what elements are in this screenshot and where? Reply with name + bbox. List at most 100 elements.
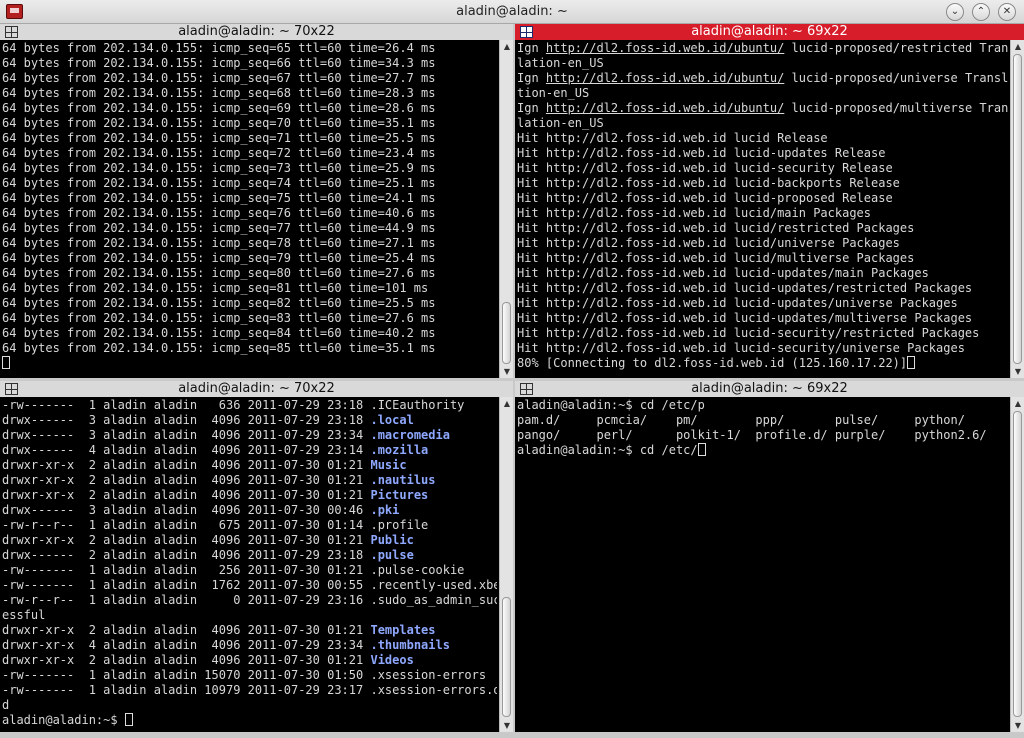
terminal-line: pango/ perl/ polkit-1/ profile.d/ purple… [517, 428, 987, 442]
listing-row: drwx------ 2 aladin aladin 4096 2011-07-… [2, 548, 497, 563]
file-name: d [2, 698, 10, 712]
pane-titlebar[interactable]: aladin@aladin: ~ 70x22 [0, 24, 513, 40]
scrollbar-thumb[interactable] [502, 597, 511, 717]
terminal-line: Hit http://dl2.foss-id.web.id lucid-upda… [517, 296, 958, 310]
window-title: aladin@aladin: ~ [456, 4, 568, 19]
listing-row: drwxr-xr-x 2 aladin aladin 4096 2011-07-… [2, 623, 497, 638]
shell-prompt: aladin@aladin:~$ [2, 713, 125, 727]
terminal-line: 64 bytes from 202.134.0.155: icmp_seq=71… [2, 131, 436, 145]
terminal-output[interactable]: -rw------- 1 aladin aladin 636 2011-07-2… [2, 397, 497, 732]
terminal-line: Hit http://dl2.foss-id.web.id lucid-back… [517, 176, 900, 190]
listing-row: drwx------ 3 aladin aladin 4096 2011-07-… [2, 413, 497, 428]
scrollbar[interactable]: ▲ ▼ [499, 40, 513, 378]
terminal-line: 64 bytes from 202.134.0.155: icmp_seq=83… [2, 311, 436, 325]
file-metadata: drwxr-xr-x 2 aladin aladin 4096 2011-07-… [2, 533, 371, 547]
listing-row: drwxr-xr-x 2 aladin aladin 4096 2011-07-… [2, 653, 497, 668]
terminal-pane-top-left[interactable]: aladin@aladin: ~ 70x22 64 bytes from 202… [0, 24, 513, 378]
file-metadata: -rw------- 1 aladin aladin 15070 2011-07… [2, 668, 371, 682]
terminal-line: 64 bytes from 202.134.0.155: icmp_seq=81… [2, 281, 429, 295]
terminal-line: 64 bytes from 202.134.0.155: icmp_seq=69… [2, 101, 436, 115]
terminal-line: Hit http://dl2.foss-id.web.id lucid-upda… [517, 146, 886, 160]
terminal-line: 64 bytes from 202.134.0.155: icmp_seq=76… [2, 206, 436, 220]
repository-link[interactable]: http://dl2.foss-id.web.id/ubuntu/ [546, 71, 784, 85]
scrollbar-thumb[interactable] [502, 302, 511, 364]
terminal-line: Hit http://dl2.foss-id.web.id lucid/univ… [517, 236, 900, 250]
terminal-line: Hit http://dl2.foss-id.web.id lucid-secu… [517, 326, 980, 340]
progress-text: 80% [Connecting to dl2.foss-id.web.id (1… [517, 356, 908, 370]
terminal-output[interactable]: Ign http://dl2.foss-id.web.id/ubuntu/ lu… [517, 40, 1008, 378]
terminal-line-wrap: lation-en_US [517, 116, 604, 130]
file-metadata: drwx------ 3 aladin aladin 4096 2011-07-… [2, 413, 371, 427]
directory-name: Videos [370, 653, 414, 667]
file-metadata: drwxr-xr-x 2 aladin aladin 4096 2011-07-… [2, 458, 371, 472]
file-name: essful [2, 608, 46, 622]
terminal-line: Hit http://dl2.foss-id.web.id lucid-prop… [517, 191, 893, 205]
terminal-line: Hit http://dl2.foss-id.web.id lucid Rele… [517, 131, 828, 145]
scrollbar-thumb[interactable] [1013, 411, 1022, 717]
directory-name: Music [370, 458, 407, 472]
file-name: .recently-used.xbel [370, 578, 497, 592]
terminal-line: 64 bytes from 202.134.0.155: icmp_seq=72… [2, 146, 436, 160]
scroll-up-arrow-icon[interactable]: ▲ [1011, 397, 1024, 410]
scrollbar[interactable]: ▲ ▼ [1010, 40, 1024, 378]
split-grid-icon[interactable] [5, 383, 18, 395]
listing-row: drwxr-xr-x 2 aladin aladin 4096 2011-07-… [2, 473, 497, 488]
pane-titlebar-active[interactable]: aladin@aladin: ~ 69x22 [515, 24, 1024, 40]
close-button[interactable]: ✕ [998, 3, 1016, 21]
scroll-down-arrow-icon[interactable]: ▼ [500, 719, 514, 732]
directory-name: Templates [370, 623, 436, 637]
terminal-line: aladin@aladin:~$ cd /etc/p [517, 398, 705, 412]
file-metadata: -rw-r--r-- 1 aladin aladin 0 2011-07-29 … [2, 593, 371, 607]
file-metadata: drwx------ 4 aladin aladin 4096 2011-07-… [2, 443, 371, 457]
line-text: lucid-proposed/restricted Trans [784, 41, 1008, 55]
terminal-cursor [697, 443, 706, 456]
pane-titlebar[interactable]: aladin@aladin: ~ 70x22 [0, 381, 513, 397]
scroll-down-arrow-icon[interactable]: ▼ [1011, 719, 1024, 732]
pane-titlebar[interactable]: aladin@aladin: ~ 69x22 [515, 381, 1024, 397]
directory-name: .local [370, 413, 414, 427]
scrollbar-thumb[interactable] [1013, 54, 1022, 364]
file-metadata: -rw-r--r-- 1 aladin aladin 675 2011-07-3… [2, 518, 371, 532]
split-grid-icon[interactable] [520, 383, 533, 395]
listing-row: -rw-r--r-- 1 aladin aladin 675 2011-07-3… [2, 518, 497, 533]
repository-link[interactable]: http://dl2.foss-id.web.id/ubuntu/ [546, 101, 784, 115]
scroll-down-arrow-icon[interactable]: ▼ [1011, 365, 1024, 378]
scrollbar[interactable]: ▲ ▼ [1010, 397, 1024, 732]
listing-row: -rw------- 1 aladin aladin 10979 2011-07… [2, 683, 497, 698]
minimize-button[interactable]: ⌄ [946, 3, 964, 21]
listing-row: drwx------ 3 aladin aladin 4096 2011-07-… [2, 503, 497, 518]
file-metadata: -rw------- 1 aladin aladin 10979 2011-07… [2, 683, 371, 697]
terminal-line: pam.d/ pcmcia/ pm/ ppp/ pulse/ python/ [517, 413, 965, 427]
listing-row: -rw-r--r-- 1 aladin aladin 0 2011-07-29 … [2, 593, 497, 608]
scroll-up-arrow-icon[interactable]: ▲ [1011, 40, 1024, 53]
terminal-line: Ign http://dl2.foss-id.web.id/ubuntu/ lu… [517, 71, 1008, 86]
terminal-pane-top-right[interactable]: aladin@aladin: ~ 69x22 Ign http://dl2.fo… [515, 24, 1024, 378]
window-titlebar[interactable]: aladin@aladin: ~ ⌄ ⌃ ✕ [0, 0, 1024, 24]
maximize-button[interactable]: ⌃ [972, 3, 990, 21]
pane-title: aladin@aladin: ~ 69x22 [691, 24, 848, 39]
terminal-pane-bottom-right[interactable]: aladin@aladin: ~ 69x22 aladin@aladin:~$ … [515, 381, 1024, 732]
directory-name: .pki [370, 503, 400, 517]
terminal-line: 64 bytes from 202.134.0.155: icmp_seq=73… [2, 161, 436, 175]
listing-row: drwxr-xr-x 2 aladin aladin 4096 2011-07-… [2, 458, 497, 473]
file-name: .xsession-errors [370, 668, 487, 682]
line-prefix: Ign [517, 41, 546, 55]
terminal-output[interactable]: aladin@aladin:~$ cd /etc/p pam.d/ pcmcia/… [517, 397, 1008, 732]
terminal-line: Hit http://dl2.foss-id.web.id lucid-upda… [517, 281, 973, 295]
terminal-cursor [2, 356, 10, 369]
terminal-line: Hit http://dl2.foss-id.web.id lucid/main… [517, 206, 872, 220]
terminal-line: Hit http://dl2.foss-id.web.id lucid-upda… [517, 311, 973, 325]
split-grid-icon[interactable] [5, 26, 18, 38]
scroll-up-arrow-icon[interactable]: ▲ [500, 40, 514, 53]
terminal-line: 64 bytes from 202.134.0.155: icmp_seq=84… [2, 326, 436, 340]
terminal-output[interactable]: 64 bytes from 202.134.0.155: icmp_seq=65… [2, 40, 497, 378]
terminal-line: Hit http://dl2.foss-id.web.id lucid-upda… [517, 266, 929, 280]
scroll-up-arrow-icon[interactable]: ▲ [500, 397, 514, 410]
terminal-pane-bottom-left[interactable]: aladin@aladin: ~ 70x22 -rw------- 1 alad… [0, 381, 513, 732]
terminal-line: Hit http://dl2.foss-id.web.id lucid/mult… [517, 251, 915, 265]
scrollbar[interactable]: ▲ ▼ [499, 397, 513, 732]
repository-link[interactable]: http://dl2.foss-id.web.id/ubuntu/ [546, 41, 784, 55]
directory-name: .macromedia [370, 428, 450, 442]
scroll-down-arrow-icon[interactable]: ▼ [500, 365, 514, 378]
split-grid-icon[interactable] [520, 26, 533, 38]
